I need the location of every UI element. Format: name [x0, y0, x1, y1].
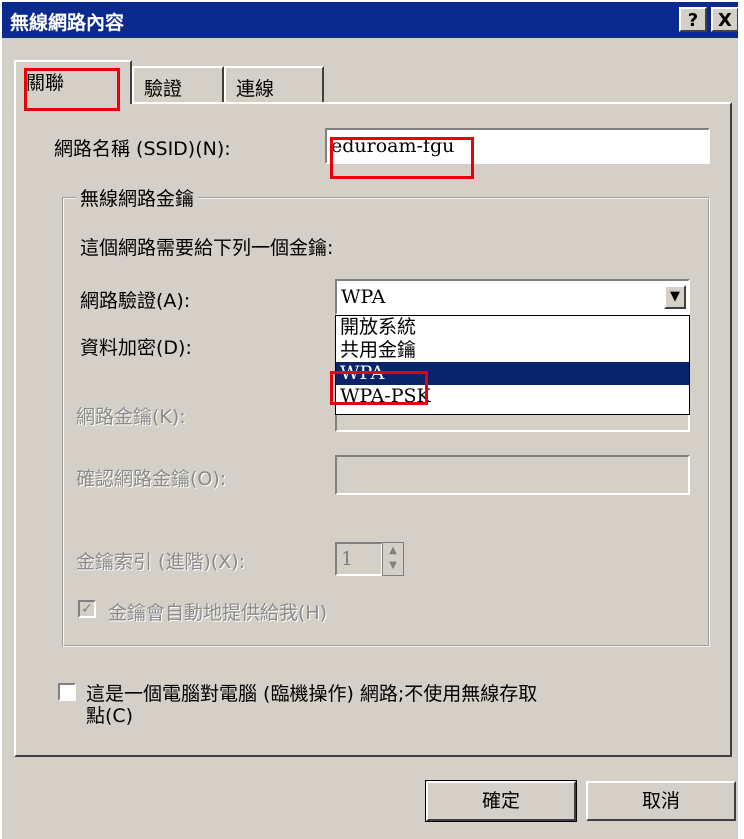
wireless-key-group-title: 無線網路金鑰 — [76, 184, 199, 211]
confirm-key-label: 確認網路金鑰(O): — [76, 468, 227, 490]
dropdown-option[interactable]: 共用金鑰 — [336, 339, 689, 362]
window-edge — [738, 0, 744, 839]
cancel-button[interactable]: 取消 — [586, 781, 736, 821]
spin-up-icon[interactable]: ▲ — [383, 543, 403, 558]
tab-connection-label: 連線 — [236, 78, 275, 100]
dialog-window: 無線網路內容 ? X 關聯 驗證 連線 網路名稱 (SSID)(N): edur… — [0, 0, 744, 839]
title-bar: 無線網路內容 ? X — [2, 2, 744, 38]
key-index-input[interactable]: 1 — [335, 542, 383, 576]
network-key-label: 網路金鑰(K): — [76, 406, 186, 428]
auth-select[interactable]: WPA — [335, 279, 690, 315]
auto-key-checkbox[interactable]: ✓ — [78, 600, 96, 618]
confirm-key-input[interactable] — [335, 455, 690, 495]
auto-key-label: 金鑰會自動地提供給我(H) — [108, 602, 328, 624]
adhoc-checkbox[interactable] — [58, 683, 76, 701]
highlight-tab-association — [24, 68, 120, 111]
tab-authentication[interactable]: 驗證 — [132, 66, 224, 104]
tab-authentication-label: 驗證 — [144, 78, 183, 100]
help-button[interactable]: ? — [679, 7, 707, 32]
chevron-down-icon[interactable]: ▼ — [664, 285, 686, 309]
dropdown-option[interactable]: 開放系統 — [336, 316, 689, 339]
highlight-wpa-option — [330, 371, 428, 405]
highlight-ssid — [330, 137, 474, 179]
key-index-spinner[interactable]: ▲ ▼ — [382, 542, 404, 576]
key-description: 這個網路需要給下列一個金鑰: — [80, 237, 334, 259]
ssid-label: 網路名稱 (SSID)(N): — [54, 138, 231, 160]
adhoc-label-line2: 點(C) — [86, 705, 134, 727]
spin-down-icon[interactable]: ▼ — [383, 558, 403, 573]
encryption-label: 資料加密(D): — [80, 337, 192, 359]
window-title: 無線網路內容 — [10, 12, 125, 34]
tab-connection[interactable]: 連線 — [224, 66, 324, 104]
ok-button[interactable]: 確定 — [425, 780, 577, 822]
close-button[interactable]: X — [711, 7, 739, 32]
auth-label: 網路驗證(A): — [80, 290, 191, 312]
auth-select-value: WPA — [341, 286, 386, 308]
adhoc-label-line1: 這是一個電腦對電腦 (臨機操作) 網路;不使用無線存取 — [86, 683, 538, 705]
key-index-label: 金鑰索引 (進階)(X): — [76, 551, 246, 573]
